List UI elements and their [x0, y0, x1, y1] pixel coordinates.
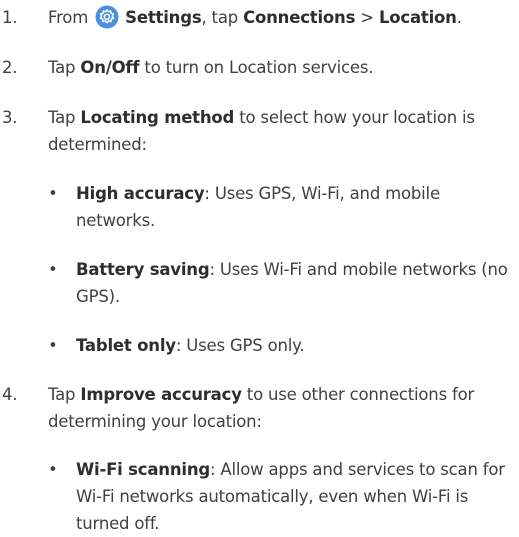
bullet-text: Tablet only: Uses GPS only. [76, 336, 305, 355]
bullet-text: High accuracy: Uses GPS, Wi-Fi, and mobi… [76, 184, 440, 230]
bullet-marker: • [48, 336, 58, 355]
step-text: From Settings, tap Connections > Locatio… [48, 4, 514, 31]
step-text: Tap Locating method to select how your l… [48, 108, 475, 154]
step-text: Tap Improve accuracy to use other connec… [48, 385, 475, 431]
bullet-text: Wi-Fi scanning: Allow apps and services … [76, 460, 505, 533]
step-number: 3. [2, 108, 18, 127]
step-text: Tap On/Off to turn on Location services. [48, 58, 374, 77]
step-number: 1. [2, 8, 18, 27]
instructions-page: 1. From Settings, tap Connections > Loca… [0, 0, 519, 533]
step-number: 2. [2, 58, 18, 77]
bullet-marker: • [48, 460, 58, 479]
bullet-marker: • [48, 184, 58, 203]
bullet-text: Battery saving: Uses Wi-Fi and mobile ne… [76, 260, 508, 306]
bullet-marker: • [48, 260, 58, 279]
settings-gear-icon [95, 5, 119, 29]
step-number: 4. [2, 385, 18, 404]
